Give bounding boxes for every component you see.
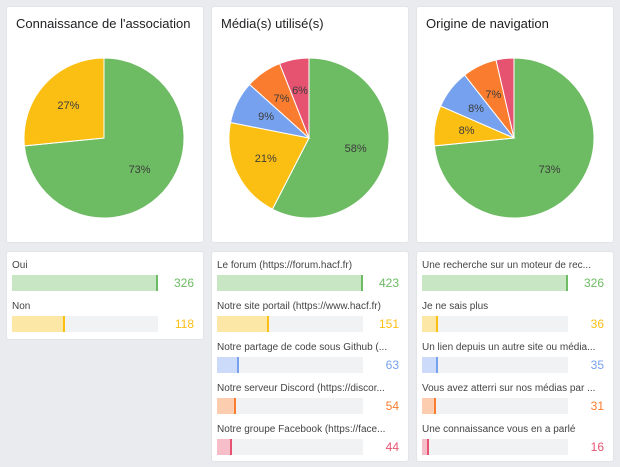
bar-item-label: Vous avez atterri sur nos médias par ...: [422, 383, 596, 394]
bar-track: [217, 398, 363, 414]
bar-list-item[interactable]: Une connaissance vous en a parlé 16: [422, 424, 608, 458]
bar-fill-edge: [427, 439, 430, 455]
bar-track: [422, 439, 568, 455]
pie-slice-label: 7%: [485, 88, 502, 101]
bar-track: [422, 275, 568, 291]
bar-list-item[interactable]: Notre partage de code sous Github (... 63: [217, 342, 403, 376]
bar-list-item[interactable]: Je ne sais plus 36: [422, 301, 608, 335]
bar-item-value: 326: [583, 276, 604, 290]
bar-list-item[interactable]: Une recherche sur un moteur de rec... 326: [422, 260, 608, 294]
bar-list-item[interactable]: Notre serveur Discord (https://discor...…: [217, 383, 403, 417]
bar-item-value: 36: [590, 317, 604, 331]
bar-fill-edge: [267, 316, 270, 332]
bar-item-value: 31: [590, 399, 604, 413]
bar-item-value: 35: [590, 358, 604, 372]
pie-slice-label: 7%: [273, 92, 290, 105]
bar-list-card-medias: Le forum (https://forum.hacf.fr) 423 Notre…: [211, 251, 409, 462]
pie-card-origine: Origine de navigation 73% 8% 8% 7%: [416, 6, 614, 243]
pie-slice-label: 9%: [258, 110, 275, 123]
bar-list-card-connaissance: Oui 326 Non 118: [6, 251, 204, 340]
bar-fill: [217, 316, 270, 332]
bar-fill-edge: [436, 316, 439, 332]
bar-fill: [12, 316, 65, 332]
bar-list-item[interactable]: Notre groupe Facebook (https://face... 44: [217, 424, 403, 458]
bar-track: [217, 439, 363, 455]
pie-slice-label: 73%: [538, 164, 561, 177]
bar-item-label: Notre partage de code sous Github (...: [217, 342, 388, 353]
bar-fill-edge: [361, 275, 363, 291]
pie-slice-label: 8%: [458, 124, 475, 137]
pie-chart: [228, 57, 390, 219]
bar-list-item[interactable]: Un lien depuis un autre site ou média...…: [422, 342, 608, 376]
bar-list-item[interactable]: Non 118: [12, 301, 198, 335]
pie-card-medias: Média(s) utilisé(s) 58% 21% 9% 7% 6%: [211, 6, 409, 243]
bar-fill: [12, 275, 158, 291]
bar-item-label: Non: [12, 301, 31, 312]
bar-fill-edge: [233, 398, 236, 414]
bar-item-value: 326: [173, 276, 194, 290]
bar-item-label: Notre groupe Facebook (https://face...: [217, 424, 386, 435]
bar-list-card-origine: Une recherche sur un moteur de rec... 326…: [416, 251, 614, 462]
bar-track: [12, 316, 158, 332]
bar-item-value: 54: [385, 399, 399, 413]
bar-item-label: Oui: [12, 260, 28, 271]
bar-item-value: 63: [385, 358, 399, 372]
bar-item-value: 16: [590, 440, 604, 454]
bar-track: [217, 275, 363, 291]
bar-fill-edge: [433, 398, 436, 414]
bar-track: [12, 275, 158, 291]
bar-fill: [217, 275, 363, 291]
bar-fill-edge: [156, 275, 158, 291]
pie-card-connaissance: Connaissance de l'association 73% 27%: [6, 6, 204, 243]
bar-fill-edge: [435, 357, 438, 373]
bar-item-label: Je ne sais plus: [422, 301, 489, 312]
bar-fill-edge: [236, 357, 239, 373]
bar-track: [217, 316, 363, 332]
bar-list-item[interactable]: Vous avez atterri sur nos médias par ...…: [422, 383, 608, 417]
pie-slice-label: 8%: [468, 102, 484, 115]
bar-item-label: Le forum (https://forum.hacf.fr): [217, 260, 353, 271]
bar-item-value: 423: [378, 276, 399, 290]
pie-chart: [433, 57, 595, 219]
bar-fill-edge: [62, 316, 65, 332]
bar-track: [422, 357, 568, 373]
pie-slice-label: 27%: [57, 99, 80, 112]
bar-fill-edge: [230, 439, 233, 455]
bar-fill: [217, 357, 239, 373]
bar-fill-edge: [566, 275, 568, 291]
pie-slice-label: 73%: [128, 164, 151, 177]
bar-item-value: 44: [385, 440, 399, 454]
bar-track: [422, 398, 568, 414]
bar-list-item[interactable]: Le forum (https://forum.hacf.fr) 423: [217, 260, 403, 294]
bar-track: [217, 357, 363, 373]
pie-slice-label: 6%: [292, 84, 308, 97]
pie-slice-label: 58%: [344, 143, 367, 156]
bar-track: [422, 316, 568, 332]
bar-item-value: 118: [174, 317, 194, 331]
bar-item-label: Un lien depuis un autre site ou média...: [422, 342, 596, 353]
bar-list-item[interactable]: Oui 326: [12, 260, 198, 294]
bar-list-item[interactable]: Notre site portail (https://www.hacf.fr)…: [217, 301, 403, 335]
pie-chart: [23, 57, 185, 219]
bar-item-label: Une connaissance vous en a parlé: [422, 424, 576, 435]
bar-fill: [422, 275, 568, 291]
bar-item-value: 151: [378, 317, 399, 331]
bar-item-label: Notre site portail (https://www.hacf.fr): [217, 301, 381, 312]
bar-item-label: Une recherche sur un moteur de rec...: [422, 260, 591, 271]
bar-item-label: Notre serveur Discord (https://discor...: [217, 383, 385, 394]
pie-slice-label: 21%: [254, 152, 277, 165]
